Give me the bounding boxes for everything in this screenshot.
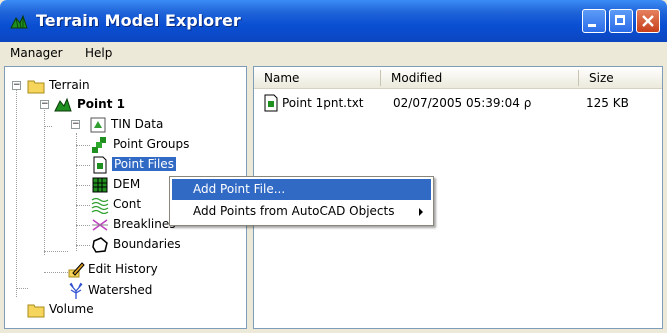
tree-label-tin-data: TIN Data <box>111 117 164 131</box>
dem-icon <box>92 177 108 193</box>
tree-item-boundaries[interactable]: Boundaries <box>91 235 241 255</box>
tree-line <box>76 133 77 251</box>
column-label-modified: Modified <box>391 71 443 85</box>
tree-line <box>76 185 90 186</box>
tree-item-edit-history[interactable]: Edit History <box>67 260 237 280</box>
tree-label-breaklines: Breaklines <box>113 217 176 231</box>
terrain-model-explorer-window: Terrain Model Explorer Manager Help − Te… <box>0 0 667 333</box>
terrain-surface-icon <box>54 97 72 112</box>
submenu-arrow-icon <box>419 208 423 216</box>
tree-label-volume: Volume <box>49 302 94 316</box>
tree-label-terrain: Terrain <box>49 78 90 92</box>
tree-line <box>76 145 90 146</box>
column-label-size: Size <box>589 71 614 85</box>
maximize-button[interactable] <box>609 9 633 33</box>
file-row[interactable]: Point 1pnt.txt 02/07/2005 05:39:04 ρ 125… <box>254 94 662 114</box>
collapse-toggle[interactable]: − <box>40 100 49 109</box>
tree-line <box>16 85 17 297</box>
context-menu: Add Point File... Add Points from AutoCA… <box>169 176 434 226</box>
boundaries-icon <box>92 237 108 253</box>
tree-label-contours: Cont <box>113 197 142 211</box>
tree-line <box>44 126 52 127</box>
folder-icon <box>27 304 45 318</box>
tree-line <box>44 251 68 252</box>
tree-line <box>76 205 90 206</box>
tree-item-watershed[interactable]: Watershed <box>67 281 237 301</box>
title-bar[interactable]: Terrain Model Explorer <box>0 0 667 42</box>
tree-line <box>76 225 90 226</box>
column-label-name: Name <box>264 71 300 85</box>
watershed-icon <box>69 282 83 299</box>
terrain-app-icon <box>10 14 28 29</box>
tree-label-watershed: Watershed <box>88 283 153 297</box>
tree-line <box>44 272 68 273</box>
contours-icon <box>91 197 109 214</box>
menu-manager[interactable]: Manager <box>10 46 63 60</box>
tree-item-terrain[interactable]: − Terrain <box>11 76 211 96</box>
file-modified: 02/07/2005 05:39:04 ρ <box>393 96 532 110</box>
point-file-icon <box>93 156 107 174</box>
tree-label-point-1: Point 1 <box>77 97 125 111</box>
menu-item-label: Add Point File... <box>193 182 286 196</box>
tree-item-point-groups[interactable]: Point Groups <box>91 135 241 155</box>
tree-item-volume[interactable]: Volume <box>27 300 197 320</box>
edit-history-icon <box>68 262 85 278</box>
tree-item-point-files[interactable]: Point Files <box>91 155 241 175</box>
tree-item-point-1[interactable]: − Point 1 <box>33 95 233 115</box>
menu-item-label: Add Points from AutoCAD Objects <box>193 204 395 218</box>
tree-line <box>16 288 28 289</box>
file-size: 125 KB <box>586 96 629 110</box>
menu-help[interactable]: Help <box>85 46 112 60</box>
tree-label-boundaries: Boundaries <box>113 237 181 251</box>
column-header-name[interactable]: Name <box>254 67 381 89</box>
tree-label-point-files: Point Files <box>112 157 176 171</box>
tree-item-tin-data[interactable]: − TIN Data <box>53 115 243 135</box>
column-header-size[interactable]: Size <box>579 67 662 89</box>
collapse-toggle[interactable]: − <box>71 120 80 129</box>
minimize-icon <box>588 24 596 27</box>
maximize-icon <box>615 15 625 25</box>
breaklines-icon <box>92 219 108 231</box>
column-header-modified[interactable]: Modified <box>381 67 579 89</box>
menu-item-add-point-file[interactable]: Add Point File... <box>172 179 431 200</box>
tree-label-edit-history: Edit History <box>88 262 158 276</box>
point-file-icon <box>264 94 278 112</box>
menu-item-add-points-autocad[interactable]: Add Points from AutoCAD Objects <box>172 201 431 222</box>
folder-icon <box>27 80 45 94</box>
file-name: Point 1pnt.txt <box>282 96 364 110</box>
tree-label-dem: DEM <box>113 177 141 191</box>
tin-data-icon <box>90 117 106 133</box>
collapse-toggle[interactable]: − <box>12 81 21 90</box>
menu-bar: Manager Help <box>0 42 667 64</box>
tree-label-point-groups: Point Groups <box>113 137 190 151</box>
tree-line <box>76 165 90 166</box>
close-button[interactable] <box>636 9 660 33</box>
minimize-button[interactable] <box>582 9 606 33</box>
close-icon <box>642 15 654 27</box>
tree-line <box>76 245 90 246</box>
point-groups-icon <box>92 137 106 153</box>
window-title: Terrain Model Explorer <box>36 11 241 30</box>
